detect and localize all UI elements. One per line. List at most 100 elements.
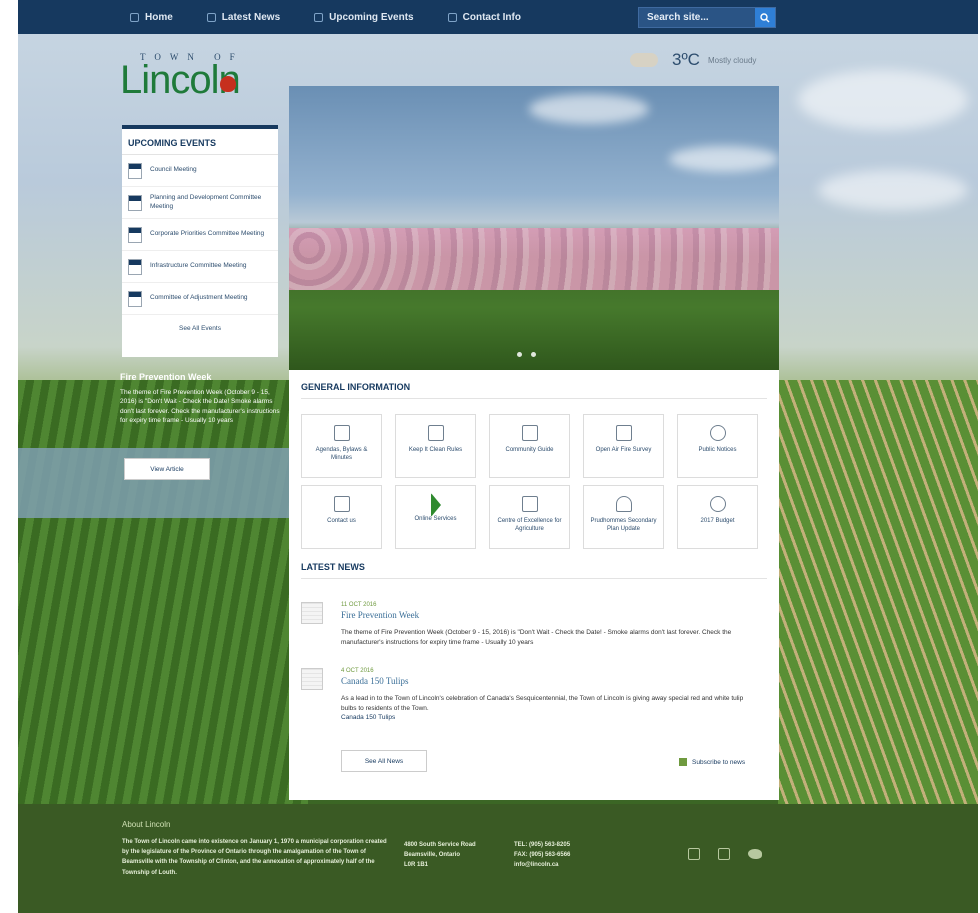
latest-news-title: LATEST NEWS <box>301 562 365 572</box>
tile-keep-clean[interactable]: Keep It Clean Rules <box>395 414 476 478</box>
tile-label: Open Air Fire Survey <box>595 447 652 453</box>
calendar-icon <box>128 290 142 307</box>
event-label: Planning and Development Committee Meeti… <box>150 194 262 210</box>
phone-icon <box>447 12 457 22</box>
home-icon <box>130 12 139 22</box>
search-box <box>638 7 776 28</box>
contact-icon <box>333 496 350 512</box>
footer-address: 4800 South Service Road Beamsville, Onta… <box>404 840 476 871</box>
event-item[interactable]: Planning and Development Committee Meeti… <box>122 187 278 219</box>
event-item[interactable]: Infrastructure Committee Meeting <box>122 251 278 283</box>
search-button[interactable] <box>755 8 775 27</box>
footer-text: The Town of Lincoln came into existence … <box>122 839 387 876</box>
news-text: As a lead in to the Town of Lincoln's ce… <box>341 695 744 712</box>
info-icon <box>709 425 726 441</box>
tile-contact-us[interactable]: Contact us <box>301 485 382 549</box>
event-label: Infrastructure Committee Meeting <box>150 262 247 270</box>
calendar-icon <box>314 12 324 22</box>
upcoming-events-panel: UPCOMING EVENTS Council Meeting Planning… <box>122 125 278 357</box>
events-title: UPCOMING EVENTS <box>122 129 278 155</box>
tile-budget[interactable]: 2017 Budget <box>677 485 758 549</box>
footer-title: About Lincoln <box>122 820 171 829</box>
tile-agendas[interactable]: Agendas, Bylaws & Minutes <box>301 414 382 478</box>
document-icon <box>333 425 350 441</box>
event-item[interactable]: Committee of Adjustment Meeting <box>122 283 278 315</box>
slide-dot[interactable] <box>531 352 536 357</box>
hero-slideshow[interactable] <box>289 86 779 370</box>
hero-cloud <box>669 146 779 172</box>
building-icon <box>521 496 538 512</box>
apple-icon <box>220 76 236 92</box>
nav-upcoming-events[interactable]: Upcoming Events <box>314 11 414 23</box>
facebook-icon[interactable] <box>718 848 730 860</box>
nav-upcoming-events-label: Upcoming Events <box>329 11 414 23</box>
tile-fire-survey[interactable]: Open Air Fire Survey <box>583 414 664 478</box>
tile-label: 2017 Budget <box>700 518 735 524</box>
calendar-icon <box>128 226 142 243</box>
tile-label: Prudhommes Secondary Plan Update <box>590 518 657 532</box>
subscribe-link[interactable]: Subscribe to news <box>679 758 745 766</box>
news-icon <box>206 12 216 22</box>
news-text: The theme of Fire Prevention Week (Octob… <box>341 629 732 646</box>
news-heading[interactable]: Canada 150 Tulips <box>341 676 753 686</box>
news-date: 4 OCT 2016 <box>341 668 374 674</box>
footer-about: About Lincoln The Town of Lincoln came i… <box>122 820 392 878</box>
cloudy-icon <box>630 53 658 67</box>
news-heading[interactable]: Fire Prevention Week <box>341 610 753 620</box>
subscribe-label: Subscribe to news <box>692 758 746 766</box>
search-input[interactable] <box>639 12 749 23</box>
view-article-button[interactable]: View Article <box>124 458 210 480</box>
nav-home-label: Home <box>145 11 173 23</box>
social-links <box>688 848 762 860</box>
general-info-tiles: Agendas, Bylaws & Minutes Keep It Clean … <box>301 414 767 556</box>
feature-title: Fire Prevention Week <box>120 372 212 382</box>
tile-online-services[interactable]: Online Services <box>395 485 476 549</box>
nav-contact-info[interactable]: Contact Info <box>447 12 521 23</box>
nav-home[interactable]: Home <box>130 12 173 23</box>
main-content: GENERAL INFORMATION Agendas, Bylaws & Mi… <box>289 86 779 800</box>
see-all-news-button[interactable]: See All News <box>341 750 427 772</box>
slide-dots <box>517 352 545 357</box>
address-line: L0R 1B1 <box>404 862 429 869</box>
hero-orchard <box>289 228 779 290</box>
general-info-title: GENERAL INFORMATION <box>301 382 411 392</box>
calendar-icon <box>128 162 142 179</box>
arrow-icon <box>430 493 441 517</box>
tile-public-notices[interactable]: Public Notices <box>677 414 758 478</box>
page-frame: Home Latest News Upcoming Events Contact… <box>18 0 978 913</box>
calendar-icon <box>128 258 142 275</box>
event-item[interactable]: Corporate Priorities Committee Meeting <box>122 219 278 251</box>
footer-phone: TEL: (905) 563-8205 <box>514 842 571 848</box>
calendar-icon <box>301 602 323 624</box>
footer-fax: FAX: (905) 563-6566 <box>514 852 571 859</box>
weather-temp: 3ºC <box>672 50 700 69</box>
weather-widget: 3ºC Mostly cloudy <box>630 50 756 70</box>
feature-text: The theme of Fire Prevention Week (Octob… <box>120 389 280 425</box>
tile-label: Keep It Clean Rules <box>408 447 463 453</box>
youtube-icon[interactable] <box>688 848 700 860</box>
slide-dot[interactable] <box>517 352 522 357</box>
nav-latest-news-label: Latest News <box>221 11 281 23</box>
footer-email[interactable]: info@lincoln.ca <box>514 860 570 870</box>
tile-label: Agendas, Bylaws & Minutes <box>315 447 368 461</box>
tile-label: Centre of Excellence for Agriculture <box>497 518 562 532</box>
event-label: Council Meeting <box>150 166 197 174</box>
calendar-icon <box>301 668 323 690</box>
top-nav: Home Latest News Upcoming Events Contact… <box>18 0 978 34</box>
event-item[interactable]: Council Meeting <box>122 155 278 187</box>
tile-secondary-plan[interactable]: Prudhommes Secondary Plan Update <box>583 485 664 549</box>
footer: About Lincoln The Town of Lincoln came i… <box>18 804 978 913</box>
tile-agriculture[interactable]: Centre of Excellence for Agriculture <box>489 485 570 549</box>
tile-community-guide[interactable]: Community Guide <box>489 414 570 478</box>
address-line: Beamsville, Ontario <box>404 852 461 859</box>
nav-latest-news[interactable]: Latest News <box>206 11 281 23</box>
news-link[interactable]: Canada 150 Tulips <box>341 714 753 721</box>
news-date: 11 OCT 2016 <box>341 602 377 608</box>
tile-label: Community Guide <box>505 447 554 453</box>
see-all-events-link[interactable]: See All Events <box>122 315 278 332</box>
book-icon <box>521 425 538 441</box>
site-logo[interactable]: TOWN OF Lincoln <box>120 52 280 106</box>
address-line: 4800 South Service Road <box>404 842 476 848</box>
twitter-icon[interactable] <box>748 849 762 859</box>
weather-desc: Mostly cloudy <box>707 55 757 65</box>
